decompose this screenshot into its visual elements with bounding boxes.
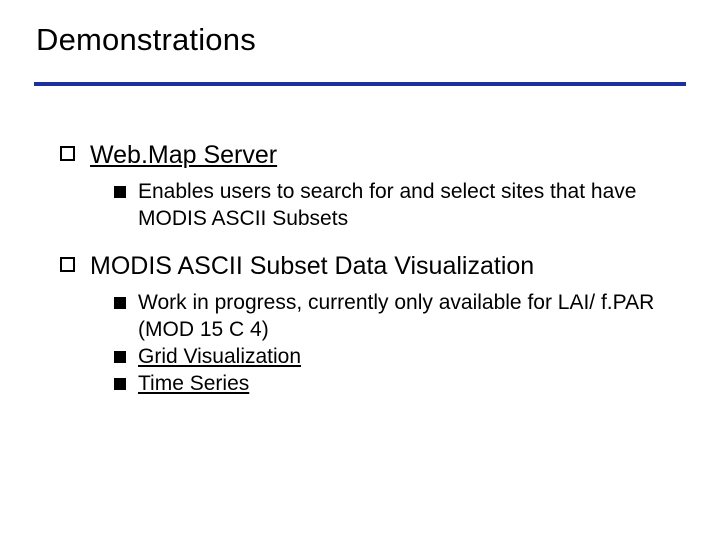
list-item: MODIS ASCII Subset Data Visualization bbox=[60, 251, 660, 282]
list-item-label: MODIS ASCII Subset Data Visualization bbox=[90, 251, 660, 282]
square-filled-bullet-icon bbox=[114, 351, 126, 363]
slide-title: Demonstrations bbox=[36, 22, 256, 58]
sublist: Enables users to search for and select s… bbox=[114, 179, 660, 233]
square-filled-bullet-icon bbox=[114, 186, 126, 198]
link-grid-visualization[interactable]: Grid Visualization bbox=[138, 345, 301, 368]
list-item: Web.Map Server bbox=[60, 140, 660, 171]
list-item-text: Grid Visualization bbox=[138, 344, 660, 371]
slide: Demonstrations Web.Map Server Enables us… bbox=[0, 0, 720, 540]
list-item: Enables users to search for and select s… bbox=[114, 179, 660, 233]
content-area: Web.Map Server Enables users to search f… bbox=[60, 140, 660, 416]
list-item: Time Series bbox=[114, 371, 660, 398]
sublist: Work in progress, currently only availab… bbox=[114, 290, 660, 398]
list-item-label: Web.Map Server bbox=[90, 140, 660, 171]
square-outline-bullet-icon bbox=[60, 257, 75, 272]
square-filled-bullet-icon bbox=[114, 378, 126, 390]
list-item: Work in progress, currently only availab… bbox=[114, 290, 660, 344]
list-item-text: Enables users to search for and select s… bbox=[138, 179, 660, 233]
square-filled-bullet-icon bbox=[114, 297, 126, 309]
link-webmap-server[interactable]: Web.Map Server bbox=[90, 141, 277, 169]
list-item-text: Time Series bbox=[138, 371, 660, 398]
list-item-text: Work in progress, currently only availab… bbox=[138, 290, 660, 344]
square-outline-bullet-icon bbox=[60, 146, 75, 161]
horizontal-rule bbox=[34, 82, 686, 86]
list-item: Grid Visualization bbox=[114, 344, 660, 371]
link-time-series[interactable]: Time Series bbox=[138, 372, 249, 395]
